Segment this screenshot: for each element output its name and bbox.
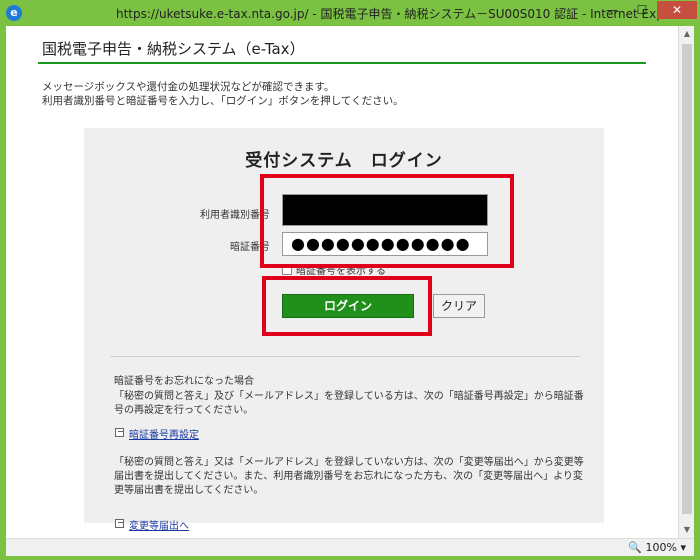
external-link-icon [115,519,124,528]
title-bar[interactable]: e https://uketsuke.e-tax.nta.go.jp/ - 国税… [0,0,700,26]
page-viewport: 国税電子申告・納税システム（e-Tax） メッセージボックスや還付金の処理状況な… [6,26,678,538]
browser-window: e https://uketsuke.e-tax.nta.go.jp/ - 国税… [0,0,700,560]
title-divider [38,62,646,64]
scroll-down-icon[interactable]: ▼ [679,522,695,538]
password-reset-link[interactable]: 暗証番号再設定 [129,426,199,441]
zoom-value: 100% [645,541,677,554]
highlight-login-box [262,276,432,336]
login-panel: 受付システム ログイン 利用者識別番号 暗証番号 ●●●●●●●●●●●● 暗証… [84,128,604,532]
intro-line-2: 利用者識別番号と暗証番号を入力し、「ログイン」ボタンを押してください。 [42,95,404,107]
change-notice-link[interactable]: 変更等届出へ [129,517,189,532]
section-divider [110,356,580,357]
minimize-button[interactable]: — [598,1,626,19]
status-bar: 🔍 100% ▾ [6,538,694,556]
external-link-icon [115,428,124,437]
close-button[interactable]: ✕ [657,1,697,19]
intro-text: メッセージボックスや還付金の処理状況などが確認できます。 利用者識別番号と暗証番… [42,80,404,108]
zoom-level[interactable]: 🔍 100% ▾ [628,541,686,554]
vertical-scrollbar[interactable]: ▲ ▼ [678,26,694,538]
scroll-up-icon[interactable]: ▲ [679,26,695,42]
intro-line-1: メッセージボックスや還付金の処理状況などが確認できます。 [42,81,335,93]
highlight-credentials-box [260,174,514,268]
forgot-password-heading: 暗証番号をお忘れになった場合 [114,376,254,387]
maximize-button[interactable]: ☐ [628,1,656,19]
login-title: 受付システム ログイン [245,151,443,171]
clear-button[interactable]: クリア [433,294,485,318]
reset-instructions: 「秘密の質問と答え」及び「メールアドレス」を登録している方は、次の「暗証番号再設… [114,391,584,416]
change-notice-instructions: 「秘密の質問と答え」又は「メールアドレス」を登録していない方は、次の「変更等届出… [114,457,584,496]
ie-icon: e [6,5,22,21]
scroll-thumb[interactable] [682,44,692,514]
page-title: 国税電子申告・納税システム（e-Tax） [42,40,305,58]
